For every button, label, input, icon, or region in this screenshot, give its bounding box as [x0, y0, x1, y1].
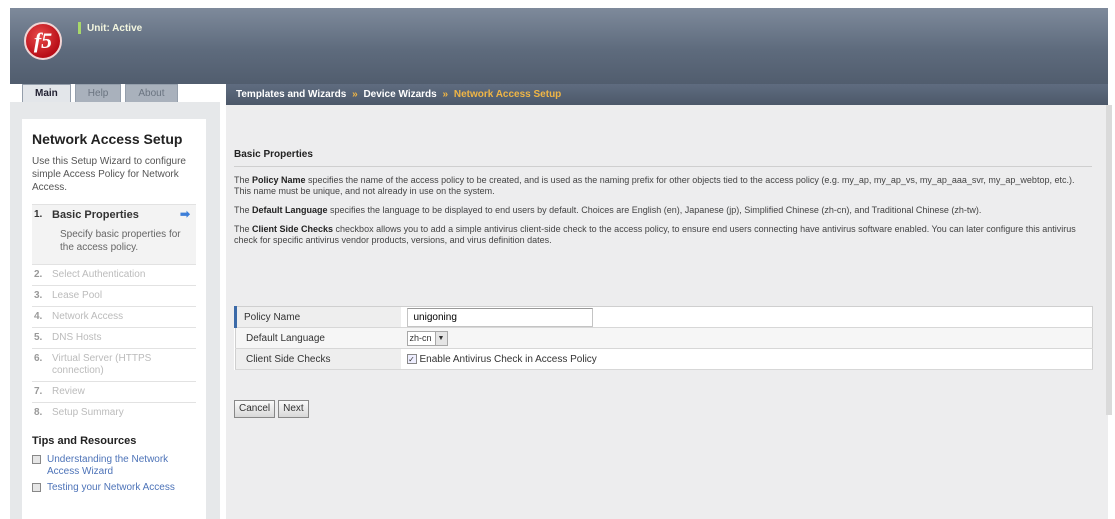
step-label: Basic Properties ➡ — [50, 205, 196, 225]
tip-link-understanding-wizard[interactable]: Understanding the Network Access Wizard — [47, 454, 196, 478]
desc-text: specifies the language to be displayed t… — [327, 205, 982, 215]
cancel-button[interactable]: Cancel — [234, 400, 276, 418]
unit-status: Unit: Active — [78, 22, 142, 34]
tip-item[interactable]: Testing your Network Access — [32, 482, 196, 494]
wizard-step-basic-properties: 1. Basic Properties ➡ — [32, 204, 196, 225]
step-number: 6. — [34, 353, 43, 364]
client-side-checks-description: The Client Side Checks checkbox allows y… — [234, 224, 1092, 246]
tip-bullet-icon — [32, 483, 41, 492]
basic-properties-section: Basic Properties The Policy Name specifi… — [234, 149, 1092, 254]
step-number: 3. — [34, 290, 43, 301]
tab-about[interactable]: About — [125, 84, 178, 102]
antivirus-checkbox-label[interactable]: Enable Antivirus Check in Access Policy — [420, 354, 597, 365]
chevron-down-icon[interactable]: ▼ — [434, 331, 447, 345]
desc-bold-term: Policy Name — [252, 175, 306, 185]
policy-name-label: Policy Name — [234, 306, 401, 328]
status-indicator-icon — [78, 22, 81, 34]
wizard-sidebar: Network Access Setup Use this Setup Wiza… — [22, 119, 206, 519]
default-language-cell: zh-cn ▼ — [400, 327, 1093, 349]
tips-title: Tips and Resources — [32, 435, 137, 447]
breadcrumb-separator: » — [352, 89, 358, 100]
step-label-text: Basic Properties — [52, 209, 139, 221]
sidebar-panel: Network Access Setup Use this Setup Wiza… — [10, 102, 220, 519]
main-content: Basic Properties The Policy Name specifi… — [226, 105, 1108, 519]
step-label: Review — [52, 386, 85, 397]
wizard-step-review: 7. Review — [32, 381, 196, 402]
wizard-step-setup-summary: 8. Setup Summary — [32, 402, 196, 423]
breadcrumb-current: Network Access Setup — [453, 89, 562, 100]
desc-bold-term: Default Language — [252, 205, 328, 215]
step-label: Select Authentication — [52, 269, 146, 280]
properties-form: Policy Name Default Language zh-cn ▼ Cli… — [234, 306, 1093, 370]
top-tabs: Main Help About — [22, 84, 178, 102]
step-label: DNS Hosts — [52, 332, 102, 343]
breadcrumb: Templates and Wizards » Device Wizards »… — [226, 84, 1108, 105]
form-row-client-side-checks: Client Side Checks ✓ Enable Antivirus Che… — [235, 348, 1093, 370]
current-step-arrow-icon: ➡ — [179, 207, 190, 221]
desc-text: specifies the name of the access policy … — [234, 175, 1075, 196]
wizard-step-dns-hosts: 5. DNS Hosts — [32, 327, 196, 348]
f5-logo: f5 — [24, 22, 62, 60]
default-language-select[interactable]: zh-cn ▼ — [406, 330, 448, 346]
step-number: 5. — [34, 332, 43, 343]
tip-item[interactable]: Understanding the Network Access Wizard — [32, 454, 196, 478]
desc-text: checkbox allows you to add a simple anti… — [234, 224, 1076, 245]
breadcrumb-separator: » — [442, 89, 449, 100]
step-number: 7. — [34, 386, 43, 397]
step-number: 2. — [34, 269, 43, 280]
tip-bullet-icon — [32, 455, 41, 464]
client-side-checks-cell: ✓ Enable Antivirus Check in Access Policy — [400, 348, 1093, 370]
desc-bold-term: Client Side Checks — [252, 224, 334, 234]
client-side-checks-label: Client Side Checks — [235, 348, 401, 370]
breadcrumb-device-wizards[interactable]: Device Wizards — [363, 89, 436, 100]
step-label: Virtual Server (HTTPS connection) — [52, 353, 152, 376]
policy-name-cell — [400, 306, 1093, 328]
wizard-step-network-access: 4. Network Access — [32, 306, 196, 327]
next-button[interactable]: Next — [278, 400, 309, 418]
wizard-buttons: Cancel Next — [234, 400, 309, 418]
wizard-step-select-authentication: 2. Select Authentication — [32, 264, 196, 285]
step-label: Lease Pool — [52, 290, 103, 301]
scrollbar[interactable] — [1106, 105, 1112, 415]
wizard-step-lease-pool: 3. Lease Pool — [32, 285, 196, 306]
policy-name-description: The Policy Name specifies the name of th… — [234, 175, 1092, 197]
scrollbar-thumb[interactable] — [1106, 105, 1112, 415]
step-label: Setup Summary — [52, 407, 124, 418]
form-row-policy-name: Policy Name — [234, 306, 1093, 328]
breadcrumb-templates-and-wizards[interactable]: Templates and Wizards — [236, 89, 346, 100]
wizard-step-virtual-server: 6. Virtual Server (HTTPS connection) — [32, 348, 196, 381]
tab-main[interactable]: Main — [22, 84, 71, 102]
sidebar-title: Network Access Setup — [32, 131, 183, 147]
header-banner: f5 Unit: Active — [10, 8, 1108, 84]
desc-prefix: The — [234, 205, 253, 215]
step-number: 8. — [34, 407, 43, 418]
policy-name-input[interactable] — [406, 307, 593, 327]
tab-help[interactable]: Help — [74, 84, 122, 102]
antivirus-checkbox[interactable]: ✓ — [406, 353, 417, 364]
step-description: Specify basic properties for the access … — [32, 225, 196, 264]
desc-prefix: The — [234, 224, 253, 234]
step-number: 4. — [34, 311, 43, 322]
desc-prefix: The — [234, 175, 253, 185]
default-language-label: Default Language — [235, 327, 401, 349]
unit-status-text: Unit: Active — [87, 22, 143, 34]
step-label: Network Access — [52, 311, 124, 322]
default-language-value: zh-cn — [409, 333, 432, 343]
sidebar-intro: Use this Setup Wizard to configure simpl… — [32, 156, 186, 193]
tip-link-testing-network-access[interactable]: Testing your Network Access — [47, 482, 175, 494]
section-title: Basic Properties — [234, 149, 1092, 167]
step-number: 1. — [34, 209, 43, 220]
form-row-default-language: Default Language zh-cn ▼ — [235, 327, 1093, 349]
default-language-description: The Default Language specifies the langu… — [234, 205, 1092, 216]
